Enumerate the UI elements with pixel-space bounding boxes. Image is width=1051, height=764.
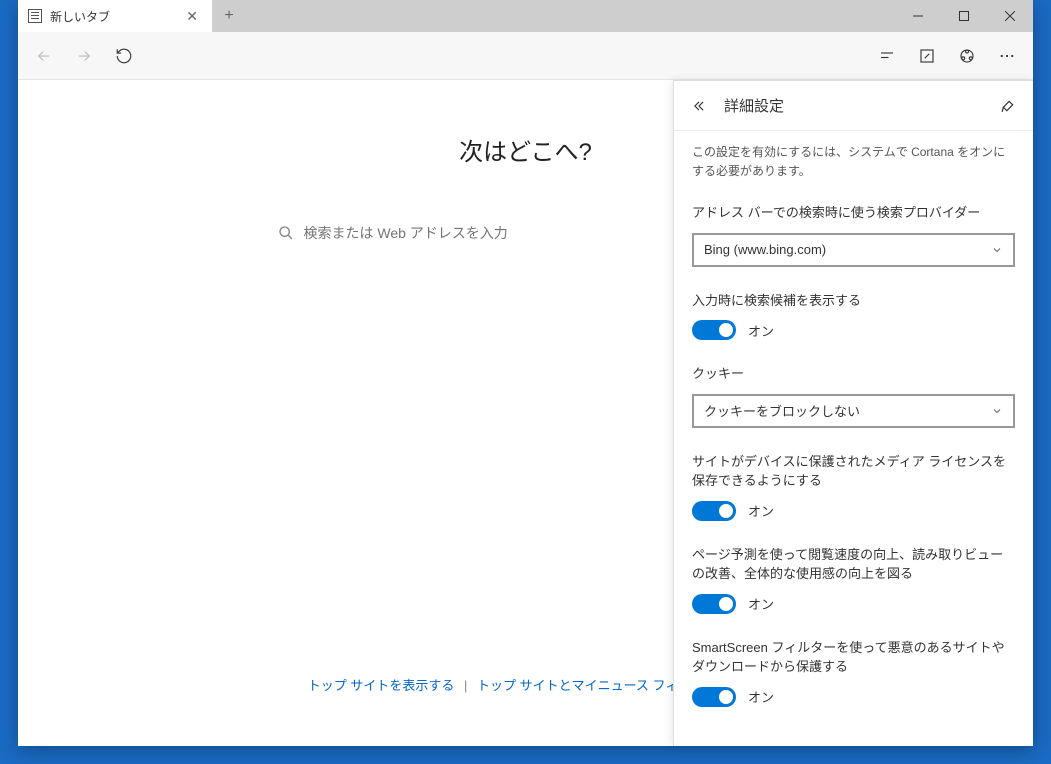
page-heading: 次はどこへ? xyxy=(459,132,592,167)
panel-back-button[interactable] xyxy=(688,95,710,117)
media-license-label: サイトがデバイスに保護されたメディア ライセンスを保存できるようにする xyxy=(692,452,1015,491)
panel-header: 詳細設定 xyxy=(674,81,1033,131)
minimize-button[interactable] xyxy=(895,0,941,32)
cookies-label: クッキー xyxy=(692,364,1015,384)
titlebar: 新しいタブ ✕ + xyxy=(18,0,1033,32)
smartscreen-toggle[interactable] xyxy=(692,687,736,707)
share-button[interactable] xyxy=(947,36,987,76)
forward-button[interactable] xyxy=(64,36,104,76)
close-window-button[interactable] xyxy=(987,0,1033,32)
page-prediction-label: ページ予測を使って閲覧速度の向上、読み取りビューの改善、全体的な使用感の向上を図… xyxy=(692,545,1015,584)
footer-separator: | xyxy=(464,678,467,693)
page-icon xyxy=(28,9,42,23)
back-button[interactable] xyxy=(24,36,64,76)
panel-title: 詳細設定 xyxy=(724,95,784,116)
toolbar xyxy=(18,32,1033,80)
tab-title: 新しいタブ xyxy=(50,8,110,25)
tab-active[interactable]: 新しいタブ ✕ xyxy=(18,0,213,32)
search-provider-value: Bing (www.bing.com) xyxy=(704,242,826,257)
search-provider-label: アドレス バーでの検索時に使う検索プロバイダー xyxy=(692,203,1015,223)
media-license-toggle[interactable] xyxy=(692,501,736,521)
tab-close-button[interactable]: ✕ xyxy=(182,6,202,27)
show-top-sites-link[interactable]: トップ サイトを表示する xyxy=(308,678,455,693)
media-license-state: オン xyxy=(748,501,774,520)
web-note-button[interactable] xyxy=(907,36,947,76)
tab-strip: 新しいタブ ✕ + xyxy=(18,0,245,32)
chevron-down-icon xyxy=(991,244,1003,256)
cookies-value: クッキーをブロックしない xyxy=(704,401,860,420)
suggestions-toggle[interactable] xyxy=(692,320,736,340)
cortana-note: この設定を有効にするには、システムで Cortana をオンにする必要があります… xyxy=(692,143,1015,181)
cookies-select[interactable]: クッキーをブロックしない xyxy=(692,394,1015,428)
smartscreen-group: SmartScreen フィルターを使って悪意のあるサイトやダウンロードから保護… xyxy=(692,638,1015,707)
smartscreen-label: SmartScreen フィルターを使って悪意のあるサイトやダウンロードから保護… xyxy=(692,638,1015,677)
search-provider-group: アドレス バーでの検索時に使う検索プロバイダー Bing (www.bing.c… xyxy=(692,203,1015,267)
smartscreen-state: オン xyxy=(748,687,774,706)
maximize-button[interactable] xyxy=(941,0,987,32)
suggestions-label: 入力時に検索候補を表示する xyxy=(692,291,1015,311)
chevron-down-icon xyxy=(991,405,1003,417)
page-prediction-state: オン xyxy=(748,594,774,613)
hub-button[interactable] xyxy=(867,36,907,76)
new-tab-button[interactable]: + xyxy=(213,0,245,32)
cookies-group: クッキー クッキーをブロックしない xyxy=(692,364,1015,428)
browser-window: 新しいタブ ✕ + xyxy=(18,0,1033,746)
page-prediction-toggle[interactable] xyxy=(692,594,736,614)
refresh-button[interactable] xyxy=(104,36,144,76)
suggestions-state: オン xyxy=(748,321,774,340)
panel-pin-button[interactable] xyxy=(997,95,1019,117)
media-license-group: サイトがデバイスに保護されたメディア ライセンスを保存できるようにする オン xyxy=(692,452,1015,521)
settings-panel: 詳細設定 この設定を有効にするには、システムで Cortana をオンにする必要… xyxy=(673,80,1033,746)
suggestions-group: 入力時に検索候補を表示する オン xyxy=(692,291,1015,341)
panel-body[interactable]: この設定を有効にするには、システムで Cortana をオンにする必要があります… xyxy=(674,131,1033,746)
page-prediction-group: ページ予測を使って閲覧速度の向上、読み取りビューの改善、全体的な使用感の向上を図… xyxy=(692,545,1015,614)
more-button[interactable] xyxy=(987,36,1027,76)
search-icon xyxy=(278,225,294,241)
search-provider-select[interactable]: Bing (www.bing.com) xyxy=(692,233,1015,267)
window-controls xyxy=(895,0,1033,32)
